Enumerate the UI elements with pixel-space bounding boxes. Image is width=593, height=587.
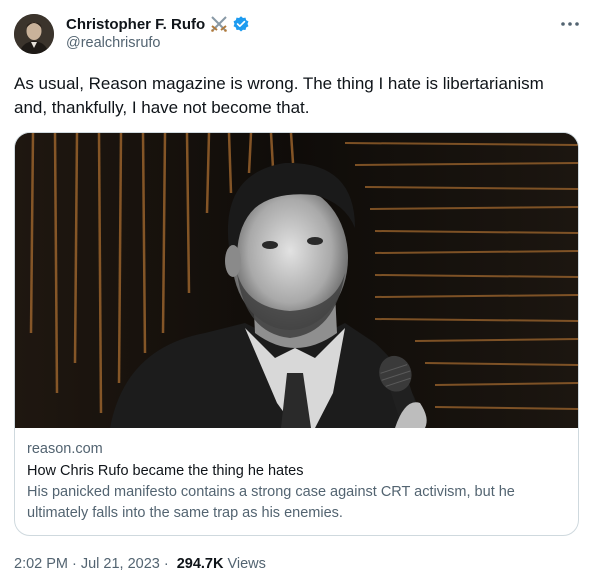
separator-dot: · [72, 556, 77, 572]
card-title: How Chris Rufo became the thing he hates [27, 463, 304, 479]
card-description-line: His panicked manifesto contains a strong… [27, 484, 515, 500]
tweet-time[interactable]: 2:02 PM [14, 556, 68, 572]
tweet-text-line: and, thankfully, I have not become that. [14, 98, 310, 117]
card-image[interactable] [15, 133, 578, 428]
card-description-line: ultimately falls into the same trap as h… [27, 505, 343, 521]
verified-badge-icon[interactable] [232, 15, 250, 33]
avatar[interactable] [14, 14, 54, 54]
separator-dot: · [163, 556, 169, 572]
more-dots-icon [561, 22, 579, 26]
author-handle[interactable]: @realchrisrufo [66, 35, 161, 51]
card-domain: reason.com [27, 441, 103, 457]
author-name-row: Christopher F. Rufo [66, 14, 250, 34]
tweet-date[interactable]: Jul 21, 2023 [81, 556, 160, 572]
tweet-text: As usual, Reason magazine is wrong. The … [14, 72, 579, 120]
tweet: Christopher F. Rufo @realchrisrufo As us… [0, 0, 593, 587]
more-options-button[interactable] [556, 14, 584, 34]
views-label: Views [227, 556, 266, 572]
views-count: 294.7K [176, 556, 224, 572]
link-card[interactable]: reason.com How Chris Rufo became the thi… [14, 132, 579, 536]
card-description: His panicked manifesto contains a strong… [27, 482, 567, 524]
display-name[interactable]: Christopher F. Rufo [66, 16, 205, 33]
tweet-meta: 2:02 PM · Jul 21, 2023 · 294.7K Views [14, 554, 266, 574]
card-meta: reason.com How Chris Rufo became the thi… [27, 439, 567, 524]
crossed-swords-icon [209, 15, 229, 33]
tweet-text-line: As usual, Reason magazine is wrong. The … [14, 74, 544, 93]
